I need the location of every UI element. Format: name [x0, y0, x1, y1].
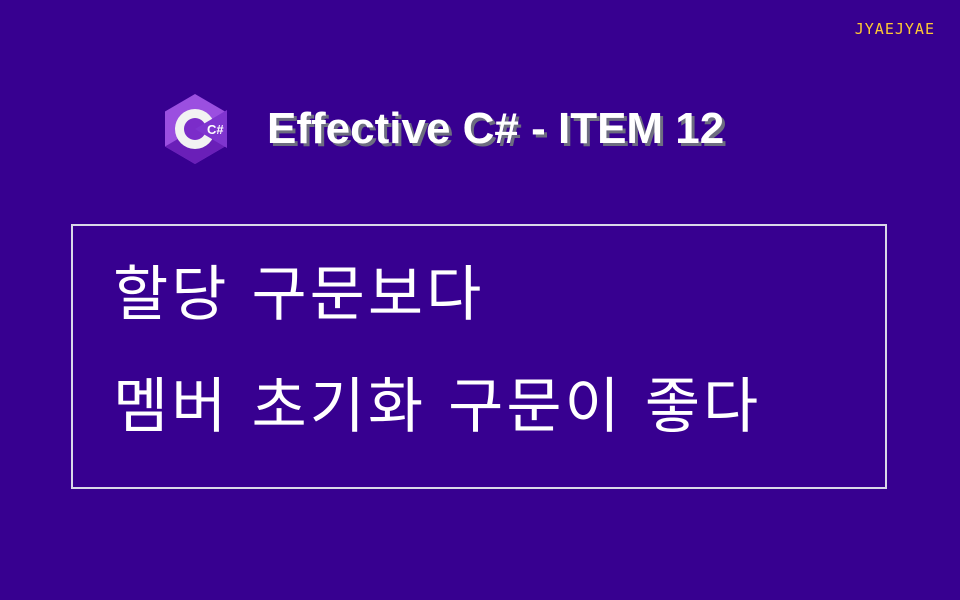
content-box: 할당 구문보다 멤버 초기화 구문이 좋다	[71, 224, 887, 489]
csharp-logo-icon: C#	[165, 94, 227, 164]
title-row: C# Effective C# - ITEM 12	[163, 92, 724, 166]
page-title: Effective C# - ITEM 12	[267, 104, 725, 153]
body-line-1: 할당 구문보다	[113, 260, 485, 330]
author-label: JYAEJYAE	[854, 20, 935, 38]
logo-text: C#	[207, 122, 224, 137]
body-line-2: 멤버 초기화 구문이 좋다	[113, 372, 762, 442]
